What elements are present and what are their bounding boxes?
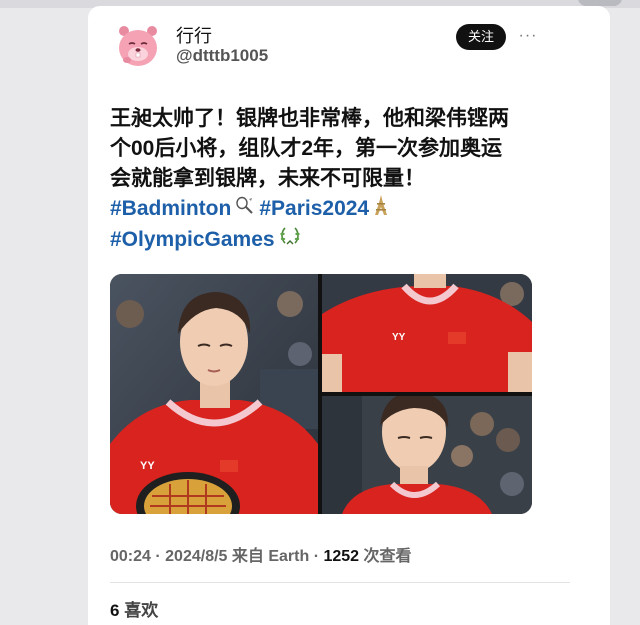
view-count: 1252 — [323, 548, 360, 565]
like-label: 喜欢 — [124, 601, 159, 620]
photo-athlete-2[interactable]: YY — [322, 274, 532, 392]
follow-button[interactable]: 关注 — [456, 24, 506, 50]
media-grid: YY YY — [110, 274, 532, 514]
jersey-logo: YY — [392, 332, 406, 343]
post-text-line-3: 会就能拿到银牌，未来不可限量！ — [110, 167, 425, 190]
post-card: 行行 @dtttb1005 关注 ··· 王昶太帅了！银牌也非常棒，他和梁伟铿两… — [88, 6, 610, 625]
post-body: 王昶太帅了！银牌也非常棒，他和梁伟铿两 个00后小将，组队才2年，第一次参加奥运… — [110, 104, 520, 256]
likes-summary[interactable]: 6 喜欢 — [110, 596, 158, 621]
post-text-line-1: 王昶太帅了！银牌也非常棒，他和梁伟铿两 — [110, 107, 509, 130]
post-header: 行行 @dtttb1005 关注 ··· — [88, 6, 610, 96]
post-source: 来自 Earth — [231, 548, 310, 565]
meta-separator: · — [313, 548, 320, 565]
laurel-wreath-icon — [279, 225, 301, 256]
divider — [110, 582, 570, 583]
post-text-line-2: 个00后小将，组队才2年，第一次参加奥运 — [110, 137, 503, 160]
like-count: 6 — [110, 601, 120, 620]
beaver-avatar-icon — [110, 16, 166, 72]
jersey-logo: YY — [140, 460, 155, 472]
meta-separator: · — [155, 548, 161, 565]
post-date[interactable]: 2024/8/5 — [165, 548, 227, 565]
display-name[interactable]: 行行 — [176, 22, 212, 48]
view-count-label: 次查看 — [363, 548, 412, 565]
more-options-icon[interactable]: ··· — [516, 26, 540, 46]
hashtag-olympicgames[interactable]: #OlympicGames — [110, 228, 275, 251]
user-handle[interactable]: @dtttb1005 — [176, 46, 268, 66]
hashtag-line-1: #Badminton #Paris2024 — [110, 194, 520, 225]
photo-athlete-3[interactable] — [322, 396, 532, 514]
photo-athlete-1[interactable]: YY — [110, 274, 318, 514]
avatar[interactable] — [110, 16, 166, 72]
post-meta: 00:24 · 2024/8/5 来自 Earth · 1252 次查看 — [110, 542, 590, 566]
post-time[interactable]: 00:24 — [110, 548, 151, 565]
hashtag-line-2: #OlympicGames — [110, 225, 520, 256]
eiffel-tower-icon — [373, 194, 389, 225]
hashtag-paris2024[interactable]: #Paris2024 — [259, 197, 369, 220]
badminton-racket-icon — [235, 195, 255, 225]
hashtag-badminton[interactable]: #Badminton — [110, 197, 231, 220]
